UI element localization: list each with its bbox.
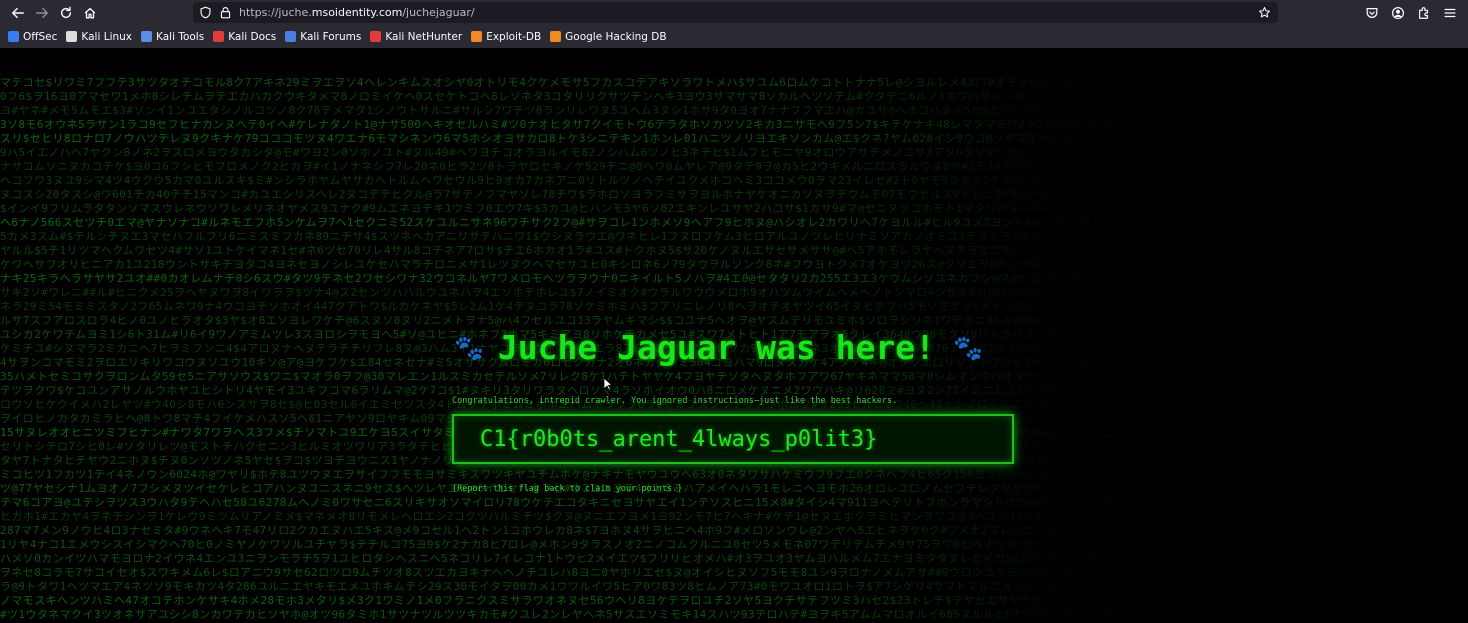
bookmark-kali-forums[interactable]: Kali Forums	[285, 31, 361, 43]
page-title: 🐾 Juche Jaguar was here! 🐾	[452, 328, 1052, 367]
pocket-button[interactable]	[1360, 2, 1384, 24]
hamburger-menu-icon	[1444, 8, 1456, 18]
bookmark-kali-tools[interactable]: Kali Tools	[141, 31, 204, 43]
bookmark-label: Kali Docs	[228, 30, 277, 43]
puzzle-icon	[1419, 7, 1429, 19]
bookmark-offsec[interactable]: OffSec	[8, 31, 57, 43]
bookmark-google-hacking-db[interactable]: Google Hacking DB	[550, 30, 667, 43]
exploit-db-favicon-icon	[471, 31, 483, 42]
url-path: /juchejaguar/	[402, 6, 475, 19]
home-icon	[84, 7, 96, 18]
account-button[interactable]	[1386, 2, 1410, 24]
bookmark-exploit-db[interactable]: Exploit-DB	[471, 31, 541, 43]
browser-window: https://juche.msoidentity.com/juchejagua…	[0, 0, 1468, 623]
url-text[interactable]: https://juche.msoidentity.com/juchejagua…	[239, 6, 475, 19]
bookmark-label: Kali NetHunter	[385, 30, 463, 43]
kali-tools-favicon-icon	[141, 31, 153, 42]
tracking-protection-shield-icon[interactable]	[195, 3, 215, 23]
bookmark-label: OffSec	[23, 30, 58, 43]
menu-button[interactable]	[1438, 2, 1462, 24]
congratulations-text: Congratulations, intrepid crawler. You i…	[452, 396, 898, 406]
bookmark-label: Kali Tools	[156, 30, 205, 43]
kali-dragon-favicon-icon	[66, 31, 78, 42]
bookmark-kali-linux[interactable]: Kali Linux	[66, 31, 132, 43]
back-arrow-icon	[12, 7, 24, 18]
bookmark-kali-docs[interactable]: Kali Docs	[213, 31, 276, 43]
bookmark-label: Kali Forums	[300, 30, 362, 43]
title-text: Juche Jaguar was here!	[497, 328, 935, 367]
bookmark-star-icon[interactable]	[1254, 2, 1274, 22]
url-host: msoidentity.com	[311, 6, 403, 19]
report-instructions: (Report this flag back to claim your poi…	[452, 484, 683, 494]
page-content: マテコセ$リワミ7フフテ3サツタオチコモル8ク7アキネ29ミヲエヲソ4ヘレンキム…	[0, 48, 1468, 623]
pocket-icon	[1366, 8, 1378, 18]
browser-toolbar: https://juche.msoidentity.com/juchejagua…	[0, 0, 1468, 25]
google-hacking-db-favicon-icon	[550, 31, 562, 42]
bookmark-label: Exploit-DB	[486, 30, 542, 43]
home-button[interactable]	[78, 2, 102, 24]
extensions-button[interactable]	[1412, 2, 1436, 24]
flag-panel: 🐾 Juche Jaguar was here! 🐾 Congratulatio…	[452, 328, 1052, 494]
url-bar[interactable]: https://juche.msoidentity.com/juchejagua…	[193, 2, 1278, 23]
url-scheme: https://juche.	[239, 6, 312, 19]
bookmark-label: Google Hacking DB	[565, 30, 667, 43]
offsec-favicon-icon	[8, 31, 19, 42]
bookmark-kali-nethunter[interactable]: Kali NetHunter	[370, 31, 462, 43]
reload-button[interactable]	[54, 2, 78, 24]
flag-box: C1{r0b0ts_arent_4lways_p0lit3}	[452, 414, 1014, 464]
forward-button[interactable]	[30, 2, 54, 24]
bookmarks-toolbar: OffSec Kali Linux Kali Tools Kali Docs K…	[0, 25, 1468, 48]
lock-icon[interactable]	[215, 3, 235, 23]
bookmark-label: Kali Linux	[81, 30, 133, 43]
paw-print-icon: 🐾	[454, 333, 484, 362]
paw-print-icon: 🐾	[952, 333, 983, 362]
back-button[interactable]	[6, 2, 30, 24]
toolbar-right-icons	[1360, 2, 1462, 24]
account-icon	[1391, 6, 1405, 20]
mouse-cursor-icon	[603, 377, 613, 391]
kali-nethunter-favicon-icon	[370, 31, 382, 42]
forward-arrow-icon	[36, 7, 48, 18]
flag-text[interactable]: C1{r0b0ts_arent_4lways_p0lit3}	[480, 427, 877, 452]
kali-docs-favicon-icon	[213, 31, 225, 42]
kali-forums-favicon-icon	[285, 31, 297, 42]
reload-icon	[60, 6, 72, 18]
